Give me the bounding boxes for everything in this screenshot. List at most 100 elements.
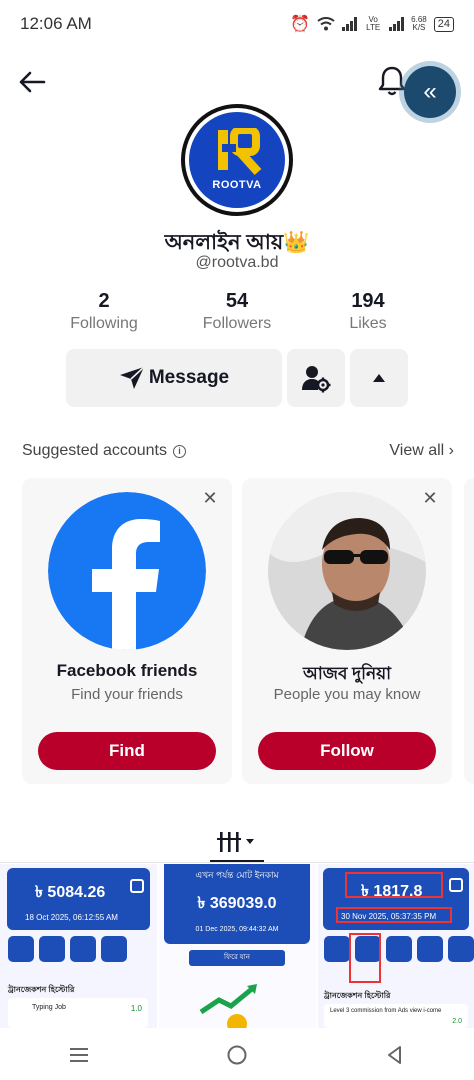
video-thumbnail-1[interactable]: ৳ 5084.26 18 Oct 2025, 06:12:55 AM ট্রান… [0, 864, 157, 1028]
back-triangle-icon [388, 1046, 401, 1064]
recent-apps-icon [70, 1048, 88, 1062]
rootva-logo-mark-icon [218, 128, 262, 176]
message-label: Message [148, 367, 230, 388]
history-item-label: Level 3 commission from Ads view i-come [330, 1008, 442, 1014]
video-thumbnail-2[interactable]: এখন পর্যন্ত মোট ইনকাম ৳ 369039.0 01 Dec … [159, 864, 316, 1028]
grid-filter-icon [217, 832, 254, 852]
stat-label: Followers [202, 315, 272, 332]
menu-app-icon [8, 936, 34, 962]
highlight-box [349, 933, 381, 983]
alarm-icon: ⏰ [290, 16, 311, 33]
copy-icon [449, 878, 463, 892]
floating-collapse-button[interactable]: « [404, 66, 456, 118]
status-icons: ⏰ Vo LTE 6.68 K/S 24 [290, 14, 454, 34]
signal-icon-2 [389, 17, 405, 31]
battery-indicator: 24 [433, 16, 454, 32]
history-item: Typing Job 1.0 [8, 998, 148, 1028]
system-navigation-bar [0, 1030, 474, 1080]
facebook-logo [48, 492, 206, 650]
income-heading: এখন পর্যন্ত মোট ইনকাম [195, 870, 279, 880]
send-icon [119, 366, 145, 389]
suggestion-card-facebook[interactable]: ✕ Facebook friends Find your friends Fin… [22, 478, 232, 784]
speed-unit: K/S [412, 23, 426, 32]
username: @rootva.bd [195, 254, 279, 271]
message-button[interactable]: Message [66, 349, 282, 407]
card-subtitle: Find your friends [71, 686, 183, 703]
profile-stats: 2 Following 54 Followers 194 Likes [0, 290, 474, 338]
menu-icon-row [8, 936, 127, 962]
videos-grid-tab[interactable] [210, 822, 264, 862]
follow-button[interactable]: Follow [258, 732, 436, 770]
facebook-icon [48, 492, 206, 650]
suggested-accounts-header: Suggested accounts i View all › [22, 440, 454, 462]
expand-suggestions-button[interactable] [350, 349, 408, 407]
balance-date: 18 Oct 2025, 06:12:55 AM [25, 913, 118, 922]
next-suggestion-card-peek[interactable] [464, 478, 474, 784]
total-income-card: এখন পর্যন্ত মোট ইনকাম ৳ 369039.0 01 Dec … [164, 864, 310, 944]
card-subtitle: People you may know [273, 686, 421, 703]
history-item-value: 2.0 [452, 1018, 462, 1025]
menu-app-icon [70, 936, 96, 962]
net-speed: 6.68 K/S [411, 16, 427, 32]
double-chevron-left-icon: « [423, 78, 437, 105]
close-icon[interactable]: ✕ [420, 488, 440, 508]
copy-icon [130, 879, 144, 893]
view-all-link[interactable]: View all › [389, 442, 454, 460]
card-title: Facebook friends [56, 661, 198, 680]
stat-label: Likes [349, 315, 387, 332]
stat-following[interactable]: 2 Following [44, 290, 164, 333]
menu-app-icon [324, 936, 350, 962]
history-item-label: Typing Job [32, 1004, 66, 1011]
home-circle-icon [227, 1045, 247, 1065]
video-thumbnail-3[interactable]: ৳ 1817.8 30 Nov 2025, 05:37:35 PM ট্রানজ… [318, 864, 474, 1028]
close-icon[interactable]: ✕ [200, 488, 220, 508]
find-button[interactable]: Find [38, 732, 216, 770]
menu-icon-row [324, 936, 474, 962]
growth-arrow-icon [199, 984, 257, 1028]
user-settings-icon [302, 366, 331, 393]
back-button-nav[interactable] [375, 1040, 415, 1070]
stat-likes[interactable]: 194 Likes [308, 290, 428, 333]
info-icon[interactable]: i [173, 444, 186, 458]
menu-app-icon [101, 936, 127, 962]
suggestion-card-person[interactable]: ✕ আজব দুনিয়া People you may know Follow [242, 478, 452, 784]
suggested-title: Suggested accounts [22, 442, 167, 459]
menu-app-icon [386, 936, 412, 962]
stat-value: 194 [351, 290, 385, 312]
status-bar: 12:06 AM ⏰ Vo LTE 6.68 K/S 24 [0, 0, 474, 48]
status-time: 12:06 AM [20, 14, 92, 33]
income-date: 01 Dec 2025, 09:44:32 AM [195, 926, 279, 933]
menu-app-icon [417, 936, 443, 962]
card-title: আজব দুনিয়া [302, 664, 392, 683]
signal-icon [342, 17, 358, 31]
stat-label: Following [70, 315, 138, 332]
back-button: ফিরে যান [189, 950, 285, 966]
logo-text: ROOTVA [212, 179, 262, 191]
wifi-icon [317, 17, 335, 31]
person-photo-icon [268, 492, 426, 650]
home-button[interactable] [217, 1040, 257, 1070]
balance-card: ৳ 5084.26 18 Oct 2025, 06:12:55 AM [7, 868, 150, 930]
stat-value: 2 [98, 290, 110, 312]
profile-topbar [0, 58, 474, 106]
person-avatar [268, 492, 426, 650]
rootva-logo: ROOTVA [189, 112, 285, 208]
balance-amount: ৳ 5084.26 [35, 884, 106, 901]
transaction-history-label: ট্রানজেকশন হিস্টোরি [8, 985, 75, 994]
profile-avatar[interactable]: ROOTVA [181, 104, 293, 216]
video-grid: ৳ 5084.26 18 Oct 2025, 06:12:55 AM ট্রান… [0, 864, 474, 1028]
highlight-box [345, 872, 443, 898]
stat-value: 54 [225, 290, 249, 312]
transaction-history-label: ট্রানজেকশন হিস্টোরি [324, 991, 391, 1000]
highlight-box [336, 907, 452, 923]
friend-settings-button[interactable] [287, 349, 345, 407]
stat-followers[interactable]: 54 Followers [177, 290, 297, 333]
back-arrow-icon[interactable] [16, 66, 48, 98]
income-amount: ৳ 369039.0 [197, 895, 277, 912]
recent-apps-button[interactable] [59, 1040, 99, 1070]
network-label: Vo LTE [366, 15, 381, 32]
view-all-label: View all [389, 442, 445, 459]
history-item-value: 1.0 [130, 1004, 142, 1013]
menu-app-icon [39, 936, 65, 962]
history-item: Level 3 commission from Ads view i-come … [324, 1004, 468, 1028]
